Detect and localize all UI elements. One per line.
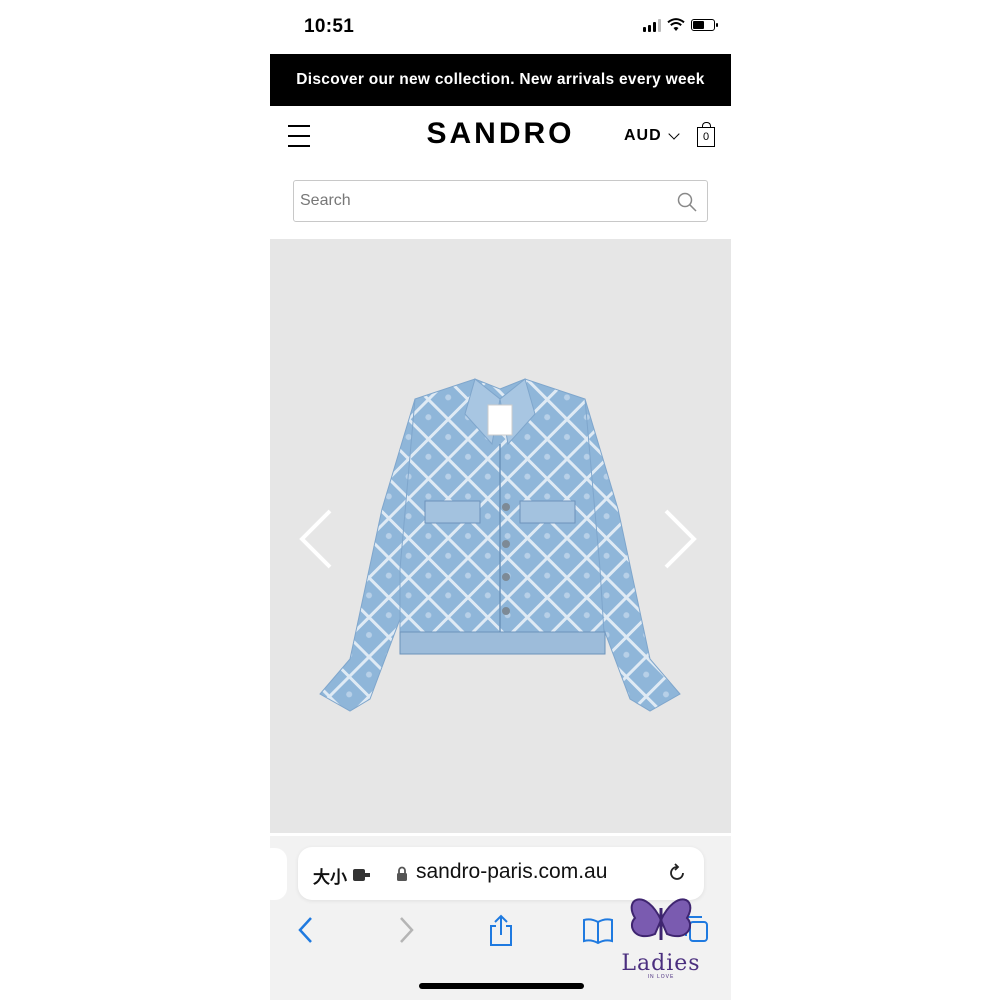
url-text: sandro-paris.com.au [416, 860, 608, 883]
currency-selector[interactable]: AUD [624, 127, 680, 145]
status-time: 10:51 [304, 16, 355, 37]
currency-label: AUD [624, 127, 662, 144]
promo-banner[interactable]: Discover our new collection. New arrival… [270, 54, 731, 106]
share-icon[interactable] [487, 914, 515, 948]
text-size-button[interactable]: 大小 [313, 863, 347, 888]
product-image-carousel[interactable] [270, 239, 731, 833]
cellular-signal-icon [643, 18, 661, 32]
shopping-bag-icon[interactable]: 0 [697, 122, 715, 147]
search-box [293, 180, 708, 222]
chevron-down-icon [668, 128, 680, 140]
search-icon[interactable] [677, 192, 697, 212]
forward-icon[interactable] [396, 914, 416, 946]
menu-icon[interactable] [288, 125, 310, 147]
bookmarks-icon[interactable] [582, 914, 614, 946]
extension-icon[interactable] [353, 868, 373, 882]
battery-icon [691, 19, 718, 31]
reload-icon[interactable] [666, 862, 688, 884]
promo-text: Discover our new collection. New arrival… [296, 71, 705, 88]
search-input[interactable] [294, 181, 660, 221]
home-indicator[interactable] [419, 983, 584, 989]
chevron-left-icon[interactable] [298, 509, 334, 569]
watermark-logo: Ladies IN LOVE [616, 890, 706, 980]
chevron-right-icon[interactable] [662, 509, 698, 569]
status-icons [643, 18, 718, 32]
wifi-icon [667, 18, 685, 31]
phone-screen: 10:51 Discover our new collection. New a… [270, 0, 731, 1000]
lock-icon [397, 866, 407, 881]
back-icon[interactable] [296, 914, 316, 946]
bag-count: 0 [702, 131, 710, 143]
butterfly-icon [630, 898, 692, 940]
previous-tab-preview[interactable] [270, 848, 287, 900]
watermark-text: Ladies [621, 951, 701, 976]
